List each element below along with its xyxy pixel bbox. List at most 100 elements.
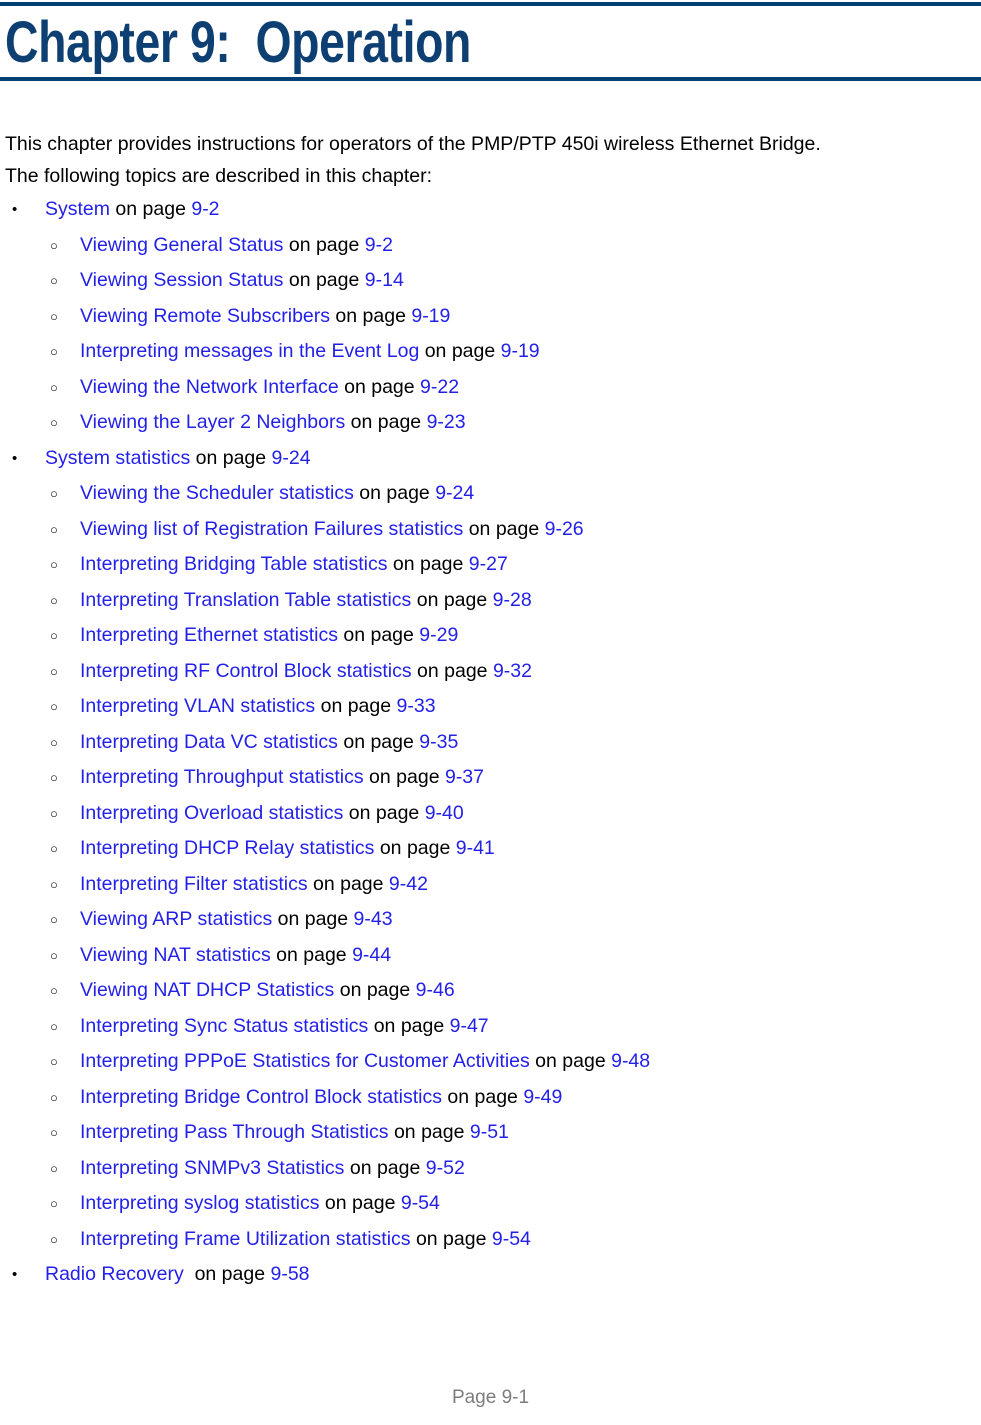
toc-page-number[interactable]: 9-22 [420, 376, 459, 398]
toc-page-number[interactable]: 9-24 [435, 482, 474, 504]
toc-page-number[interactable]: 9-2 [191, 198, 219, 220]
toc-link[interactable]: Viewing General Status [80, 234, 283, 256]
toc-link[interactable]: Interpreting Pass Through Statistics [80, 1121, 389, 1143]
toc-page-number[interactable]: 9-43 [354, 908, 393, 930]
toc-entry-level2[interactable]: ○ Interpreting Ethernet statistics on pag… [5, 618, 965, 654]
toc-page-number[interactable]: 9-35 [419, 731, 458, 753]
toc-entry-level2[interactable]: ○ Interpreting RF Control Block statistic… [5, 654, 965, 690]
toc-page-number[interactable]: 9-58 [270, 1263, 309, 1285]
toc-link[interactable]: Viewing the Scheduler statistics [80, 482, 354, 504]
toc-entry-level2[interactable]: ○ Interpreting messages in the Event Log … [5, 334, 965, 370]
toc-entry-level2[interactable]: ○ Interpreting Bridging Table statistics … [5, 547, 965, 583]
toc-link[interactable]: Interpreting Sync Status statistics [80, 1015, 368, 1037]
toc-page-number[interactable]: 9-42 [389, 873, 428, 895]
toc-page-number[interactable]: 9-14 [365, 269, 404, 291]
toc-entry-level2[interactable]: ○ Interpreting Overload statistics on pag… [5, 796, 965, 832]
toc-link[interactable]: Interpreting Bridge Control Block statis… [80, 1086, 442, 1108]
toc-page-number[interactable]: 9-29 [419, 624, 458, 646]
toc-page-number[interactable]: 9-51 [470, 1121, 509, 1143]
toc-entry-level2[interactable]: ○ Interpreting SNMPv3 Statistics on page … [5, 1151, 965, 1187]
toc-page-number[interactable]: 9-48 [611, 1050, 650, 1072]
toc-link[interactable]: Interpreting Frame Utilization statistic… [80, 1228, 411, 1250]
toc-link[interactable]: Viewing the Layer 2 Neighbors [80, 411, 345, 433]
bullet-circle-icon: ○ [50, 1018, 58, 1034]
toc-entry-level2[interactable]: ○ Interpreting syslog statistics on page … [5, 1186, 965, 1222]
toc-link[interactable]: Interpreting PPPoE Statistics for Custom… [80, 1050, 530, 1072]
toc-link[interactable]: Viewing list of Registration Failures st… [80, 518, 463, 540]
toc-page-number[interactable]: 9-19 [501, 340, 540, 362]
toc-entry-level2[interactable]: ○ Interpreting Sync Status statistics on … [5, 1009, 965, 1045]
toc-link[interactable]: Viewing Session Status [80, 269, 283, 291]
toc-link[interactable]: Interpreting Bridging Table statistics [80, 553, 387, 575]
toc-link[interactable]: Interpreting Translation Table statistic… [80, 589, 411, 611]
toc-link[interactable]: Interpreting syslog statistics [80, 1192, 320, 1214]
toc-link[interactable]: Interpreting messages in the Event Log [80, 340, 419, 362]
toc-page-number[interactable]: 9-41 [456, 837, 495, 859]
toc-entry-level2[interactable]: ○ Interpreting PPPoE Statistics for Custo… [5, 1044, 965, 1080]
toc-connector-text: on page [334, 979, 416, 1001]
page-footer: Page 9-1 [451, 1387, 530, 1408]
toc-page-number[interactable]: 9-27 [469, 553, 508, 575]
toc-page-number[interactable]: 9-52 [426, 1157, 465, 1179]
toc-link[interactable]: System [45, 198, 110, 220]
toc-connector-text: on page [388, 1121, 470, 1143]
toc-link[interactable]: Interpreting RF Control Block statistics [80, 660, 412, 682]
toc-page-number[interactable]: 9-23 [427, 411, 466, 433]
toc-page-number[interactable]: 9-40 [425, 802, 464, 824]
toc-entry-level2[interactable]: ○ Viewing General Status on page 9-2 [5, 228, 965, 264]
toc-page-number[interactable]: 9-47 [450, 1015, 489, 1037]
toc-link[interactable]: Interpreting Ethernet statistics [80, 624, 338, 646]
toc-link[interactable]: Viewing the Network Interface [80, 376, 339, 398]
toc-page-number[interactable]: 9-2 [365, 234, 393, 256]
toc-connector-text: on page [374, 837, 456, 859]
toc-entry-level2[interactable]: ○ Interpreting Filter statistics on page … [5, 867, 965, 903]
toc-link[interactable]: Viewing NAT statistics [80, 944, 271, 966]
toc-connector-text: on page [387, 553, 469, 575]
toc-page-number[interactable]: 9-24 [272, 447, 311, 469]
toc-entry-level2[interactable]: ○ Viewing ARP statistics on page 9-43 [5, 902, 965, 938]
toc-entry-level2[interactable]: ○ Viewing the Layer 2 Neighbors on page 9… [5, 405, 965, 441]
header-rule-bottom [0, 77, 981, 81]
toc-page-number[interactable]: 9-26 [545, 518, 584, 540]
toc-link[interactable]: Interpreting SNMPv3 Statistics [80, 1157, 344, 1179]
toc-link[interactable]: Viewing Remote Subscribers [80, 305, 330, 327]
toc-page-number[interactable]: 9-49 [523, 1086, 562, 1108]
toc-link[interactable]: System statistics [45, 447, 190, 469]
toc-link[interactable]: Interpreting Filter statistics [80, 873, 308, 895]
toc-entry-level2[interactable]: ○ Interpreting Translation Table statisti… [5, 583, 965, 619]
toc-entry-level2[interactable]: ○ Viewing Session Status on page 9-14 [5, 263, 965, 299]
toc-page-number[interactable]: 9-54 [401, 1192, 440, 1214]
toc-page-number[interactable]: 9-37 [445, 766, 484, 788]
toc-entry-level2[interactable]: ○ Viewing NAT statistics on page 9-44 [5, 938, 965, 974]
toc-entry-level2[interactable]: ○ Interpreting Bridge Control Block stati… [5, 1080, 965, 1116]
toc-page-number[interactable]: 9-46 [416, 979, 455, 1001]
toc-entry-level2[interactable]: ○ Interpreting VLAN statistics on page 9-… [5, 689, 965, 725]
toc-page-number[interactable]: 9-32 [493, 660, 532, 682]
toc-entry-level2[interactable]: ○ Viewing the Scheduler statistics on pag… [5, 476, 965, 512]
toc-entry-level1[interactable]: • System on page 9-2 [5, 192, 965, 228]
toc-entry-level2[interactable]: ○ Interpreting Data VC statistics on page… [5, 725, 965, 761]
toc-link[interactable]: Interpreting VLAN statistics [80, 695, 315, 717]
toc-link[interactable]: Radio Recovery [45, 1263, 189, 1285]
toc-entry-level2[interactable]: ○ Interpreting Frame Utilization statisti… [5, 1222, 965, 1258]
toc-entry-level2[interactable]: ○ Interpreting Throughput statistics on p… [5, 760, 965, 796]
toc-entry-level1[interactable]: • Radio Recovery on page 9-58 [5, 1257, 965, 1293]
toc-entry-level2[interactable]: ○ Viewing NAT DHCP Statistics on page 9-4… [5, 973, 965, 1009]
toc-link[interactable]: Viewing NAT DHCP Statistics [80, 979, 334, 1001]
toc-page-number[interactable]: 9-28 [493, 589, 532, 611]
toc-link[interactable]: Interpreting Data VC statistics [80, 731, 338, 753]
toc-page-number[interactable]: 9-54 [492, 1228, 531, 1250]
toc-entry-level1[interactable]: • System statistics on page 9-24 [5, 441, 965, 477]
toc-page-number[interactable]: 9-44 [352, 944, 391, 966]
toc-link[interactable]: Interpreting Throughput statistics [80, 766, 364, 788]
toc-page-number[interactable]: 9-19 [411, 305, 450, 327]
toc-entry-level2[interactable]: ○ Interpreting Pass Through Statistics on… [5, 1115, 965, 1151]
toc-entry-level2[interactable]: ○ Viewing list of Registration Failures s… [5, 512, 965, 548]
toc-entry-level2[interactable]: ○ Viewing Remote Subscribers on page 9-19 [5, 299, 965, 335]
toc-link[interactable]: Viewing ARP statistics [80, 908, 272, 930]
toc-link[interactable]: Interpreting Overload statistics [80, 802, 343, 824]
toc-page-number[interactable]: 9-33 [397, 695, 436, 717]
toc-entry-level2[interactable]: ○ Interpreting DHCP Relay statistics on p… [5, 831, 965, 867]
toc-entry-level2[interactable]: ○ Viewing the Network Interface on page 9… [5, 370, 965, 406]
toc-link[interactable]: Interpreting DHCP Relay statistics [80, 837, 374, 859]
